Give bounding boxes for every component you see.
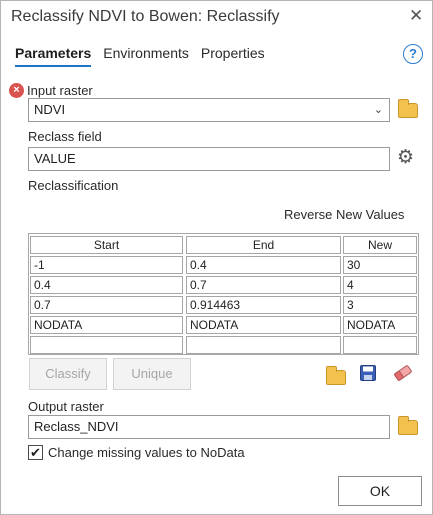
input-raster-value: NDVI <box>34 102 66 117</box>
reclass-field-value: VALUE <box>34 151 76 166</box>
cell-new[interactable]: NODATA <box>343 316 417 334</box>
cell-end[interactable] <box>186 336 341 354</box>
column-header-start: Start <box>30 236 183 254</box>
column-header-new: New <box>343 236 417 254</box>
cell-start[interactable]: 0.4 <box>30 276 183 294</box>
missing-values-label: Change missing values to NoData <box>48 445 245 460</box>
input-raster-dropdown[interactable]: NDVI ⌄ <box>28 98 390 122</box>
unique-button[interactable]: Unique <box>113 358 191 390</box>
reclassification-table: Start End New -1 0.4 30 0.4 0.7 4 0.7 0.… <box>28 233 419 355</box>
tab-environments[interactable]: Environments <box>103 45 189 61</box>
output-raster-value: Reclass_NDVI <box>34 419 119 434</box>
cell-start[interactable]: NODATA <box>30 316 183 334</box>
output-raster-label: Output raster <box>28 399 104 414</box>
reclass-field-label: Reclass field <box>28 129 102 144</box>
cell-new[interactable]: 3 <box>343 296 417 314</box>
chevron-down-icon[interactable]: ⌄ <box>374 99 383 121</box>
reclassify-pane: Reclassify NDVI to Bowen: Reclassify ✕ P… <box>0 0 433 515</box>
close-icon[interactable]: ✕ <box>409 6 423 26</box>
help-icon[interactable]: ? <box>403 44 423 64</box>
error-icon: × <box>9 83 24 98</box>
active-tab-underline <box>15 65 91 67</box>
ok-button[interactable]: OK <box>338 476 422 506</box>
cell-new[interactable]: 4 <box>343 276 417 294</box>
cell-end[interactable]: 0.4 <box>186 256 341 274</box>
cell-new[interactable]: 30 <box>343 256 417 274</box>
gear-icon[interactable]: ⚙ <box>397 146 414 169</box>
missing-values-checkbox[interactable]: ✔ <box>28 445 43 460</box>
folder-icon[interactable] <box>398 416 418 435</box>
cell-start[interactable]: 0.7 <box>30 296 183 314</box>
pane-title: Reclassify NDVI to Bowen: Reclassify <box>11 8 280 25</box>
cell-end[interactable]: 0.7 <box>186 276 341 294</box>
classify-button[interactable]: Classify <box>29 358 107 390</box>
output-raster-field[interactable]: Reclass_NDVI <box>28 415 390 439</box>
tab-bar: Parameters Environments Properties <box>15 45 265 61</box>
cell-end[interactable]: 0.914463 <box>186 296 341 314</box>
tab-properties[interactable]: Properties <box>201 45 265 61</box>
input-raster-label: Input raster <box>27 83 93 98</box>
tab-parameters[interactable]: Parameters <box>15 45 91 61</box>
cell-end[interactable]: NODATA <box>186 316 341 334</box>
reverse-new-values-link[interactable]: Reverse New Values <box>284 207 404 222</box>
cell-start[interactable] <box>30 336 183 354</box>
folder-icon[interactable] <box>326 366 346 385</box>
save-icon[interactable] <box>360 365 376 381</box>
column-header-end: End <box>186 236 341 254</box>
eraser-icon[interactable] <box>393 364 413 382</box>
cell-start[interactable]: -1 <box>30 256 183 274</box>
folder-icon[interactable] <box>398 99 418 118</box>
cell-new[interactable] <box>343 336 417 354</box>
reclass-field-dropdown[interactable]: VALUE <box>28 147 390 171</box>
reclassification-label: Reclassification <box>28 178 119 193</box>
